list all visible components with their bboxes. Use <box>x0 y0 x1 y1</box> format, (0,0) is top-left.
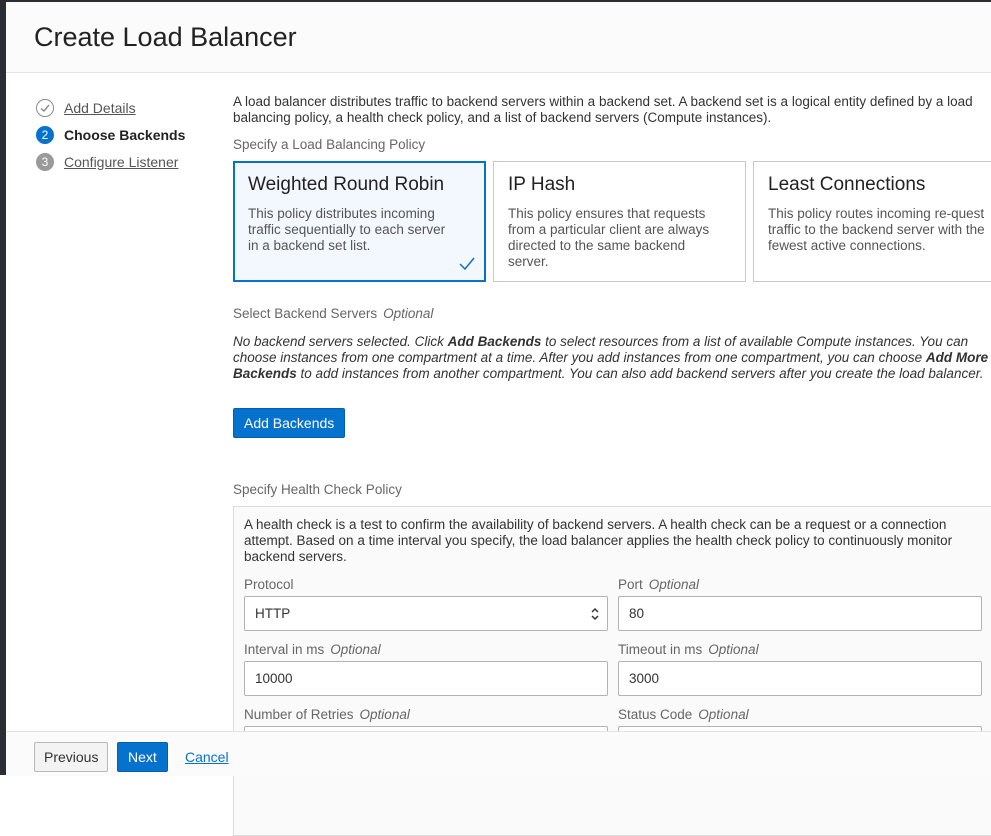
checkmark-icon <box>459 257 475 271</box>
port-label: Port Optional <box>618 577 699 592</box>
step-number-badge: 2 <box>36 125 54 144</box>
intro-line: A load balancer distributes traffic to b… <box>233 94 973 109</box>
policy-title: Least Connections <box>768 174 926 195</box>
policy-section-label: Specify a Load Balancing Policy <box>233 137 426 152</box>
policy-card-weighted-round-robin[interactable]: Weighted Round Robin This policy distrib… <box>233 161 486 282</box>
interval-value: 10000 <box>255 671 293 686</box>
port-value: 80 <box>629 606 645 621</box>
main-content: A load balancer distributes traffic to b… <box>233 94 991 836</box>
policy-title: Weighted Round Robin <box>248 174 445 195</box>
step-label[interactable]: Add Details <box>64 100 136 116</box>
field-label-text: Interval in ms <box>244 642 325 657</box>
policy-description: This policy distributes incoming traffic… <box>248 206 446 253</box>
port-input[interactable]: 80 <box>618 596 982 631</box>
page-title: Create Load Balancer <box>34 22 297 52</box>
intro-line: balancing policy, a health check policy,… <box>233 110 772 125</box>
policy-card-ip-hash[interactable]: IP Hash This policy ensures that request… <box>493 161 746 282</box>
policy-title: IP Hash <box>508 174 576 195</box>
intro-text: A load balancer distributes traffic to b… <box>233 94 991 126</box>
step-add-details[interactable]: Add Details <box>36 94 216 121</box>
backends-help-text: No backend servers selected. Click Add B… <box>233 334 991 382</box>
policy-description: This policy ensures that requests from a… <box>508 206 710 269</box>
field-label-text: Status Code <box>618 707 693 722</box>
cancel-link[interactable]: Cancel <box>185 749 229 765</box>
field-label-text: Number of Retries <box>244 707 354 722</box>
optional-tag: Optional <box>383 306 434 321</box>
health-check-description: A health check is a test to confirm the … <box>244 517 953 564</box>
policy-cards: Weighted Round Robin This policy distrib… <box>233 161 991 282</box>
protocol-value: HTTP <box>255 606 291 621</box>
step-choose-backends: 2 Choose Backends <box>36 121 216 148</box>
interval-label: Interval in ms Optional <box>244 642 381 657</box>
timeout-value: 3000 <box>629 671 660 686</box>
optional-tag: Optional <box>648 577 700 592</box>
add-backends-button[interactable]: Add Backends <box>233 408 346 438</box>
protocol-select[interactable]: HTTP <box>244 596 608 631</box>
policy-description: This policy routes incoming re-quest tra… <box>768 206 985 253</box>
field-label-text: Port <box>618 577 643 592</box>
retries-label: Number of Retries Optional <box>244 707 410 722</box>
timeout-label: Timeout in ms Optional <box>618 642 759 657</box>
optional-tag: Optional <box>698 707 749 722</box>
optional-tag: Optional <box>708 642 759 657</box>
help-text: to add instances from another compartmen… <box>296 366 984 381</box>
step-label[interactable]: Configure Listener <box>64 154 178 170</box>
help-text-bold: Add Backends <box>447 334 542 349</box>
health-section-label: Specify Health Check Policy <box>233 482 402 497</box>
step-number-badge: 3 <box>36 152 54 171</box>
section-label-text: Select Backend Servers <box>233 306 378 321</box>
step-configure-listener[interactable]: 3 Configure Listener <box>36 148 216 175</box>
health-check-panel: A health check is a test to confirm the … <box>233 506 991 836</box>
previous-button[interactable]: Previous <box>34 742 109 772</box>
optional-tag: Optional <box>359 707 410 722</box>
optional-tag: Optional <box>330 642 381 657</box>
step-label: Choose Backends <box>64 126 186 143</box>
field-label-text: Timeout in ms <box>618 642 703 657</box>
policy-card-least-connections[interactable]: Least Connections This policy routes inc… <box>753 161 991 282</box>
status-code-label: Status Code Optional <box>618 707 749 722</box>
wizard-steps: Add Details 2 Choose Backends 3 Configur… <box>36 94 216 175</box>
dialog-footer: Previous Next Cancel <box>6 731 991 776</box>
protocol-label: Protocol <box>244 577 294 592</box>
interval-input[interactable]: 10000 <box>244 661 608 696</box>
next-button[interactable]: Next <box>117 742 168 772</box>
check-circle-icon <box>36 98 54 117</box>
dialog-header: Create Load Balancer <box>6 2 991 73</box>
timeout-input[interactable]: 3000 <box>618 661 982 696</box>
chevron-updown-icon <box>591 607 599 621</box>
window-left-edge <box>0 0 6 775</box>
backends-section-label: Select Backend Servers Optional <box>233 306 433 321</box>
help-text: No backend servers selected. Click <box>233 334 448 349</box>
